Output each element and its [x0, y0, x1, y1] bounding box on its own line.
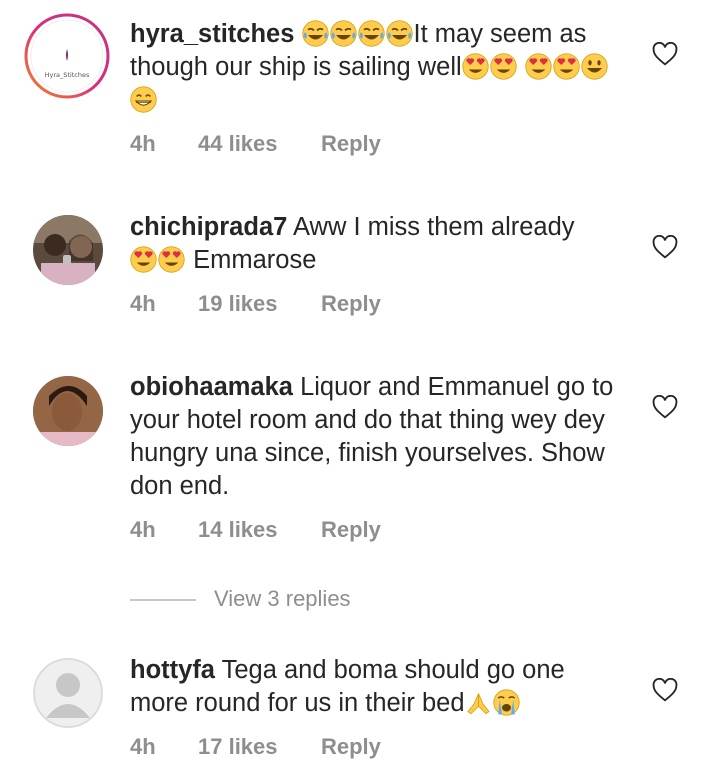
like-heart-icon[interactable] [652, 235, 678, 259]
comment-text: Aww I miss them already [293, 213, 575, 241]
heart-eyes-emoji-icon [462, 53, 489, 80]
comment-meta: 4h 19 likes Reply [130, 291, 381, 317]
comment-username[interactable]: hottyfa [130, 656, 215, 684]
likes-count[interactable]: 44 likes [198, 131, 321, 157]
pray-emoji-icon [465, 689, 492, 716]
comment-username[interactable]: chichiprada7 [130, 213, 287, 241]
user-photo-icon [33, 215, 103, 285]
reply-button[interactable]: Reply [321, 131, 381, 157]
comment-text-tail: Emmarose [193, 246, 317, 274]
story-ring-avatar-icon: Hyra_Stitches [24, 13, 110, 99]
heart-eyes-emoji-icon [130, 246, 157, 273]
comment-meta: 4h 44 likes Reply [130, 131, 381, 157]
comment-time: 4h [130, 517, 156, 542]
likes-count[interactable]: 14 likes [198, 517, 321, 543]
grin-emoji-icon [130, 86, 157, 113]
joy-emoji-icon [330, 20, 357, 47]
heart-eyes-emoji-icon [553, 53, 580, 80]
comment-time: 4h [130, 734, 156, 759]
heart-eyes-emoji-icon [490, 53, 517, 80]
default-avatar-icon [33, 658, 103, 728]
joy-emoji-icon [386, 20, 413, 47]
heart-eyes-emoji-icon [158, 246, 185, 273]
comment-time: 4h [130, 291, 156, 316]
like-heart-icon[interactable] [652, 678, 678, 702]
comment-username[interactable]: hyra_stitches [130, 20, 294, 48]
smiley-emoji-icon [581, 53, 608, 80]
view-replies-link[interactable]: View 3 replies [130, 586, 351, 612]
view-replies-label[interactable]: View 3 replies [214, 586, 351, 611]
joy-emoji-icon [302, 20, 329, 47]
avatar[interactable] [33, 215, 103, 285]
likes-count[interactable]: 17 likes [198, 734, 321, 760]
comment-meta: 4h 14 likes Reply [130, 517, 381, 543]
comment-username[interactable]: obiohaamaka [130, 373, 293, 401]
avatar-brand-text: Hyra_Stitches [45, 71, 90, 79]
heart-eyes-emoji-icon [525, 53, 552, 80]
divider-line [130, 599, 196, 602]
joy-emoji-icon [358, 20, 385, 47]
comment-time: 4h [130, 131, 156, 156]
avatar[interactable]: Hyra_Stitches [24, 13, 110, 99]
loudly-crying-emoji-icon [493, 689, 520, 716]
reply-button[interactable]: Reply [321, 291, 381, 317]
reply-button[interactable]: Reply [321, 734, 381, 760]
like-heart-icon[interactable] [652, 395, 678, 419]
likes-count[interactable]: 19 likes [198, 291, 321, 317]
user-photo-icon [33, 376, 103, 446]
comment-meta: 4h 17 likes Reply [130, 734, 381, 760]
reply-button[interactable]: Reply [321, 517, 381, 543]
avatar[interactable] [33, 658, 103, 728]
like-heart-icon[interactable] [652, 42, 678, 66]
avatar[interactable] [33, 376, 103, 446]
